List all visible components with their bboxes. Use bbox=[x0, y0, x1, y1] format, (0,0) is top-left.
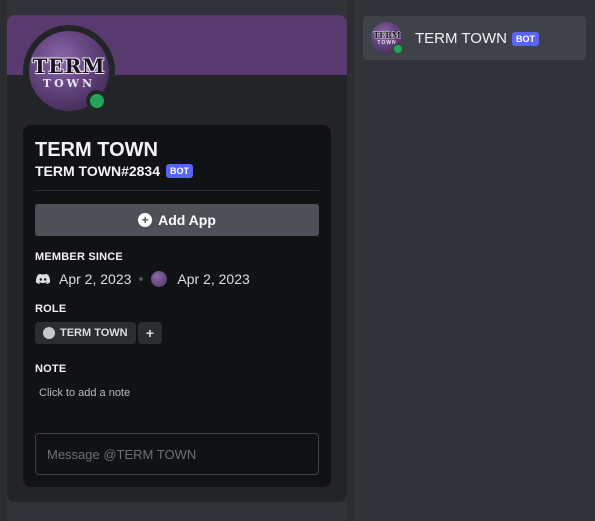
member-name-row: TERM TOWN BOT bbox=[415, 30, 539, 47]
panel-separator bbox=[347, 0, 355, 521]
member-since-title: MEMBER SINCE bbox=[35, 251, 123, 263]
avatar-logo-line2: TOWN bbox=[42, 77, 96, 90]
server-member-since: Apr 2, 2023 bbox=[177, 271, 250, 287]
member-name: TERM TOWN bbox=[415, 30, 507, 47]
avatar-logo-line1: TERM bbox=[32, 54, 106, 78]
online-status-icon bbox=[392, 43, 404, 55]
online-status-icon bbox=[86, 90, 108, 112]
bot-badge: BOT bbox=[511, 31, 539, 46]
add-app-button[interactable]: + Add App bbox=[35, 204, 319, 236]
role-color-icon bbox=[43, 327, 55, 339]
role-name: TERM TOWN bbox=[60, 327, 128, 339]
username: TERM TOWN#2834 bbox=[35, 163, 160, 179]
note-input[interactable]: Click to add a note bbox=[35, 387, 319, 405]
separator-dot bbox=[139, 277, 144, 281]
bot-badge: BOT bbox=[166, 164, 193, 178]
server-icon bbox=[151, 271, 168, 287]
username-row: TERM TOWN#2834 BOT bbox=[35, 163, 193, 179]
avatar-logo: TERM TOWN bbox=[29, 56, 109, 89]
user-profile-popout: TERM TOWN TERM TOWN TERM TOWN#2834 BOT +… bbox=[7, 15, 347, 502]
display-name: TERM TOWN bbox=[35, 139, 158, 161]
left-gutter bbox=[0, 0, 7, 521]
plus-circle-icon: + bbox=[138, 213, 153, 227]
member-since-row: Apr 2, 2023 Apr 2, 2023 bbox=[35, 270, 250, 288]
divider bbox=[35, 190, 319, 191]
member-avatar-line1: TERM bbox=[373, 30, 401, 40]
discord-member-since: Apr 2, 2023 bbox=[59, 271, 132, 287]
note-title: NOTE bbox=[35, 363, 67, 375]
discord-icon bbox=[35, 273, 51, 284]
add-app-label: Add App bbox=[158, 212, 216, 228]
add-role-button[interactable]: + bbox=[138, 322, 162, 344]
member-list-item[interactable]: TERM TOWN TERM TOWN BOT bbox=[363, 16, 586, 60]
role-pill[interactable]: TERM TOWN bbox=[35, 322, 136, 344]
profile-card: TERM TOWN TERM TOWN#2834 BOT + Add App M… bbox=[23, 125, 331, 487]
role-title: ROLE bbox=[35, 303, 67, 315]
message-input[interactable]: Message @TERM TOWN bbox=[35, 433, 319, 475]
